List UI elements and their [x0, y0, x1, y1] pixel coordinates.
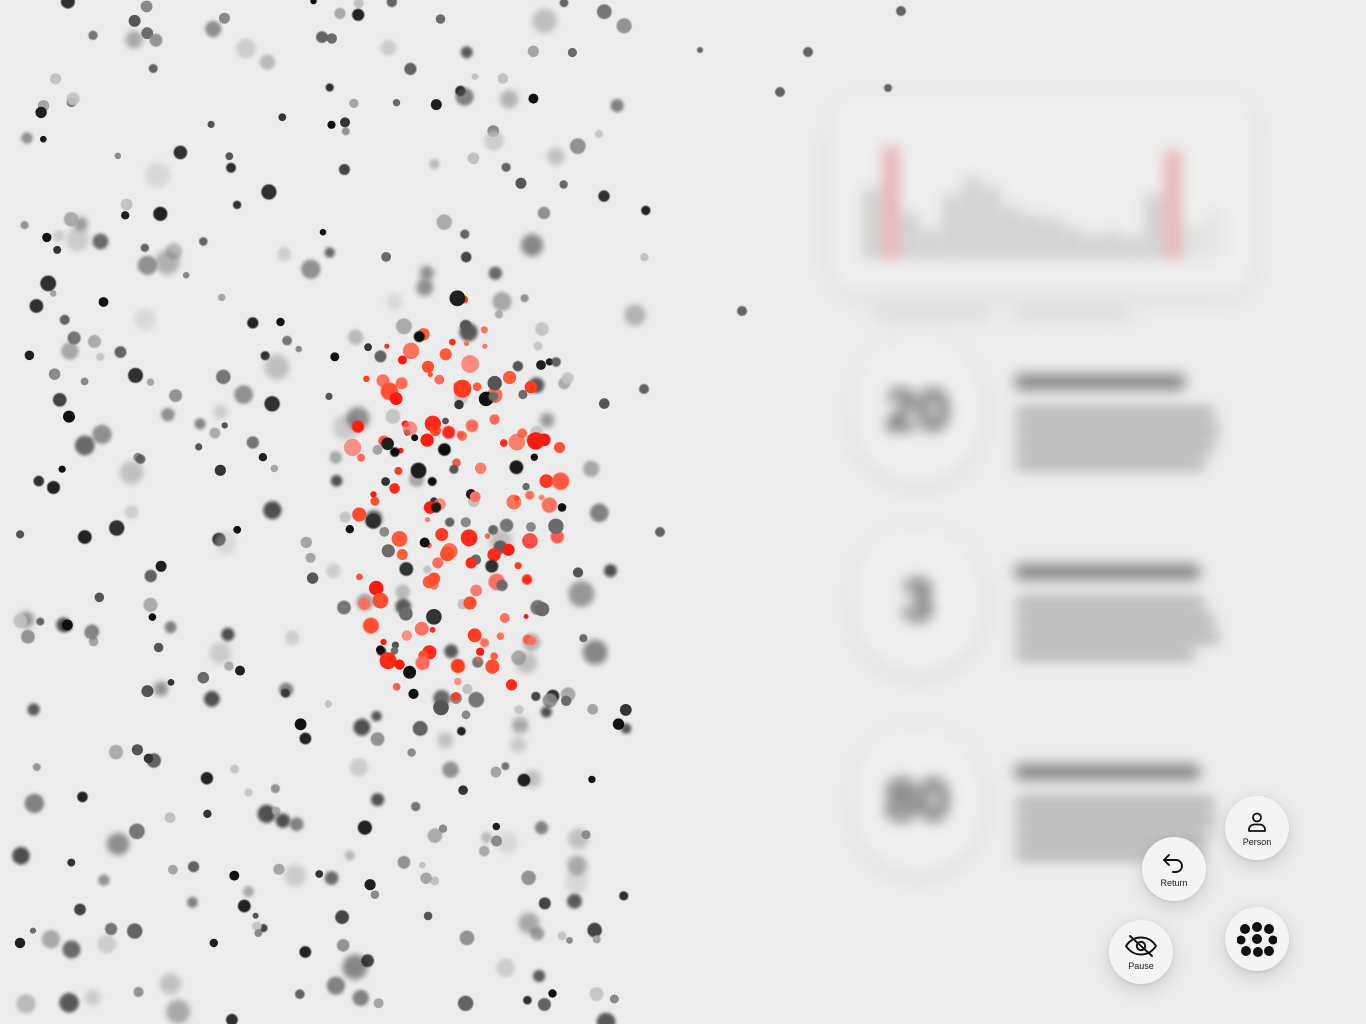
pause-button[interactable]: Pause — [1109, 920, 1173, 984]
dots-cluster-icon — [1237, 921, 1277, 957]
return-arrow-icon — [1161, 851, 1187, 875]
visualization-stage: 20 3 80 Person Return Pause — [0, 0, 1366, 1024]
return-button[interactable]: Return — [1142, 837, 1206, 901]
return-button-label: Return — [1160, 877, 1188, 888]
eye-slash-icon — [1124, 934, 1158, 958]
person-icon — [1245, 810, 1269, 834]
pause-button-label: Pause — [1128, 960, 1154, 971]
person-button[interactable]: Person — [1225, 796, 1289, 860]
menu-button[interactable] — [1225, 907, 1289, 971]
person-button-label: Person — [1242, 836, 1272, 847]
